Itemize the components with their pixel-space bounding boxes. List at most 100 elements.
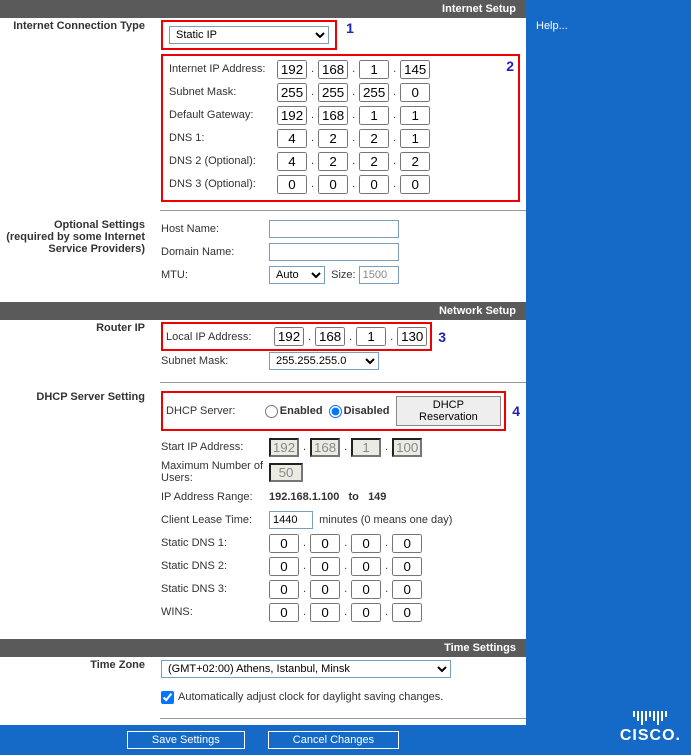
optional-settings-label: Optional Settings (required by some Inte… — [0, 217, 155, 257]
dns2-label: DNS 2 (Optional): — [169, 155, 277, 167]
sdns2-oct2[interactable] — [310, 557, 340, 576]
time-zone-label: Time Zone — [0, 657, 155, 673]
router-ip-label: Router IP — [0, 320, 155, 336]
domain-label: Domain Name: — [161, 246, 269, 258]
dns1-oct1[interactable] — [277, 129, 307, 148]
subnet-label: Subnet Mask: — [169, 86, 277, 98]
conn-type-label: Internet Connection Type — [0, 18, 155, 34]
annot-2: 2 — [506, 58, 514, 74]
gateway-oct3[interactable] — [359, 106, 389, 125]
start-ip-label: Start IP Address: — [161, 441, 269, 453]
annot-4: 4 — [512, 403, 520, 419]
cancel-changes-button[interactable]: Cancel Changes — [268, 731, 399, 749]
time-settings-header: Time Settings — [0, 639, 526, 657]
annot-1: 1 — [346, 20, 354, 36]
wins-oct2[interactable] — [310, 603, 340, 622]
subnet-oct1[interactable] — [277, 83, 307, 102]
wins-oct4[interactable] — [392, 603, 422, 622]
sdns3-oct1[interactable] — [269, 580, 299, 599]
ip-range-value: 192.168.1.100 to 149 — [269, 491, 386, 503]
sdns3-oct4[interactable] — [392, 580, 422, 599]
dhcp-enabled-text: Enabled — [280, 405, 323, 417]
cisco-logo: CISCO. — [620, 711, 681, 745]
dns2-oct4[interactable] — [400, 152, 430, 171]
wins-oct3[interactable] — [351, 603, 381, 622]
internet-ip-label: Internet IP Address: — [169, 63, 277, 75]
local-ip-oct4[interactable] — [397, 327, 427, 346]
sdns2-oct1[interactable] — [269, 557, 299, 576]
dns2-oct3[interactable] — [359, 152, 389, 171]
dhcp-enabled-radio[interactable] — [265, 405, 278, 418]
start-ip-oct2 — [310, 438, 340, 457]
max-users-input — [269, 463, 303, 482]
dhcp-disabled-text: Disabled — [344, 405, 390, 417]
local-ip-oct3[interactable] — [356, 327, 386, 346]
internet-ip-oct2[interactable] — [318, 60, 348, 79]
save-settings-button[interactable]: Save Settings — [127, 731, 245, 749]
dns3-label: DNS 3 (Optional): — [169, 178, 277, 190]
help-link[interactable]: Help... — [536, 20, 568, 32]
gateway-oct4[interactable] — [400, 106, 430, 125]
dst-checkbox[interactable] — [161, 691, 174, 704]
wins-label: WINS: — [161, 606, 269, 618]
dst-label: Automatically adjust clock for daylight … — [178, 691, 443, 703]
local-ip-label: Local IP Address: — [166, 331, 274, 343]
dns1-oct4[interactable] — [400, 129, 430, 148]
dns3-oct4[interactable] — [400, 175, 430, 194]
sdns1-label: Static DNS 1: — [161, 537, 269, 549]
mtu-select[interactable]: Auto — [269, 266, 325, 284]
dhcp-setting-label: DHCP Server Setting — [0, 389, 155, 405]
dns1-oct3[interactable] — [359, 129, 389, 148]
internet-ip-oct3[interactable] — [359, 60, 389, 79]
dns3-oct2[interactable] — [318, 175, 348, 194]
dhcp-disabled-radio[interactable] — [329, 405, 342, 418]
sdns2-oct4[interactable] — [392, 557, 422, 576]
dhcp-reservation-button[interactable]: DHCP Reservation — [396, 396, 502, 426]
sdns2-oct3[interactable] — [351, 557, 381, 576]
timezone-select[interactable]: (GMT+02:00) Athens, Istanbul, Minsk — [161, 660, 451, 678]
router-subnet-select[interactable]: 255.255.255.0 — [269, 352, 379, 370]
dns2-oct1[interactable] — [277, 152, 307, 171]
lease-label: Client Lease Time: — [161, 514, 269, 526]
subnet-oct3[interactable] — [359, 83, 389, 102]
subnet-oct2[interactable] — [318, 83, 348, 102]
subnet-oct4[interactable] — [400, 83, 430, 102]
dns1-oct2[interactable] — [318, 129, 348, 148]
local-ip-oct2[interactable] — [315, 327, 345, 346]
local-ip-oct1[interactable] — [274, 327, 304, 346]
sdns2-label: Static DNS 2: — [161, 560, 269, 572]
internet-ip-oct1[interactable] — [277, 60, 307, 79]
sdns1-oct2[interactable] — [310, 534, 340, 553]
dns3-oct1[interactable] — [277, 175, 307, 194]
dhcp-server-label: DHCP Server: — [166, 405, 259, 417]
hostname-input[interactable] — [269, 220, 399, 238]
dns1-label: DNS 1: — [169, 132, 277, 144]
sdns1-oct1[interactable] — [269, 534, 299, 553]
sdns1-oct3[interactable] — [351, 534, 381, 553]
size-label: Size: — [331, 269, 355, 281]
annot-3: 3 — [438, 329, 446, 345]
wins-oct1[interactable] — [269, 603, 299, 622]
dns3-oct3[interactable] — [359, 175, 389, 194]
gateway-oct2[interactable] — [318, 106, 348, 125]
sdns3-oct2[interactable] — [310, 580, 340, 599]
lease-input[interactable] — [269, 511, 313, 529]
network-setup-header: Network Setup — [0, 302, 526, 320]
start-ip-oct4 — [392, 438, 422, 457]
domain-input[interactable] — [269, 243, 399, 261]
sdns1-oct4[interactable] — [392, 534, 422, 553]
start-ip-oct1 — [269, 438, 299, 457]
dns2-oct2[interactable] — [318, 152, 348, 171]
internet-ip-oct4[interactable] — [400, 60, 430, 79]
router-subnet-label: Subnet Mask: — [161, 355, 269, 367]
sdns3-oct3[interactable] — [351, 580, 381, 599]
gateway-oct1[interactable] — [277, 106, 307, 125]
hostname-label: Host Name: — [161, 223, 269, 235]
lease-unit: minutes (0 means one day) — [319, 514, 452, 526]
mtu-size-input — [359, 266, 399, 284]
conn-type-select[interactable]: Static IP — [169, 26, 329, 44]
max-users-label: Maximum Number of Users: — [161, 460, 269, 484]
internet-setup-header: Internet Setup — [0, 0, 526, 18]
gateway-label: Default Gateway: — [169, 109, 277, 121]
bottom-bar: Save Settings Cancel Changes — [0, 725, 526, 755]
